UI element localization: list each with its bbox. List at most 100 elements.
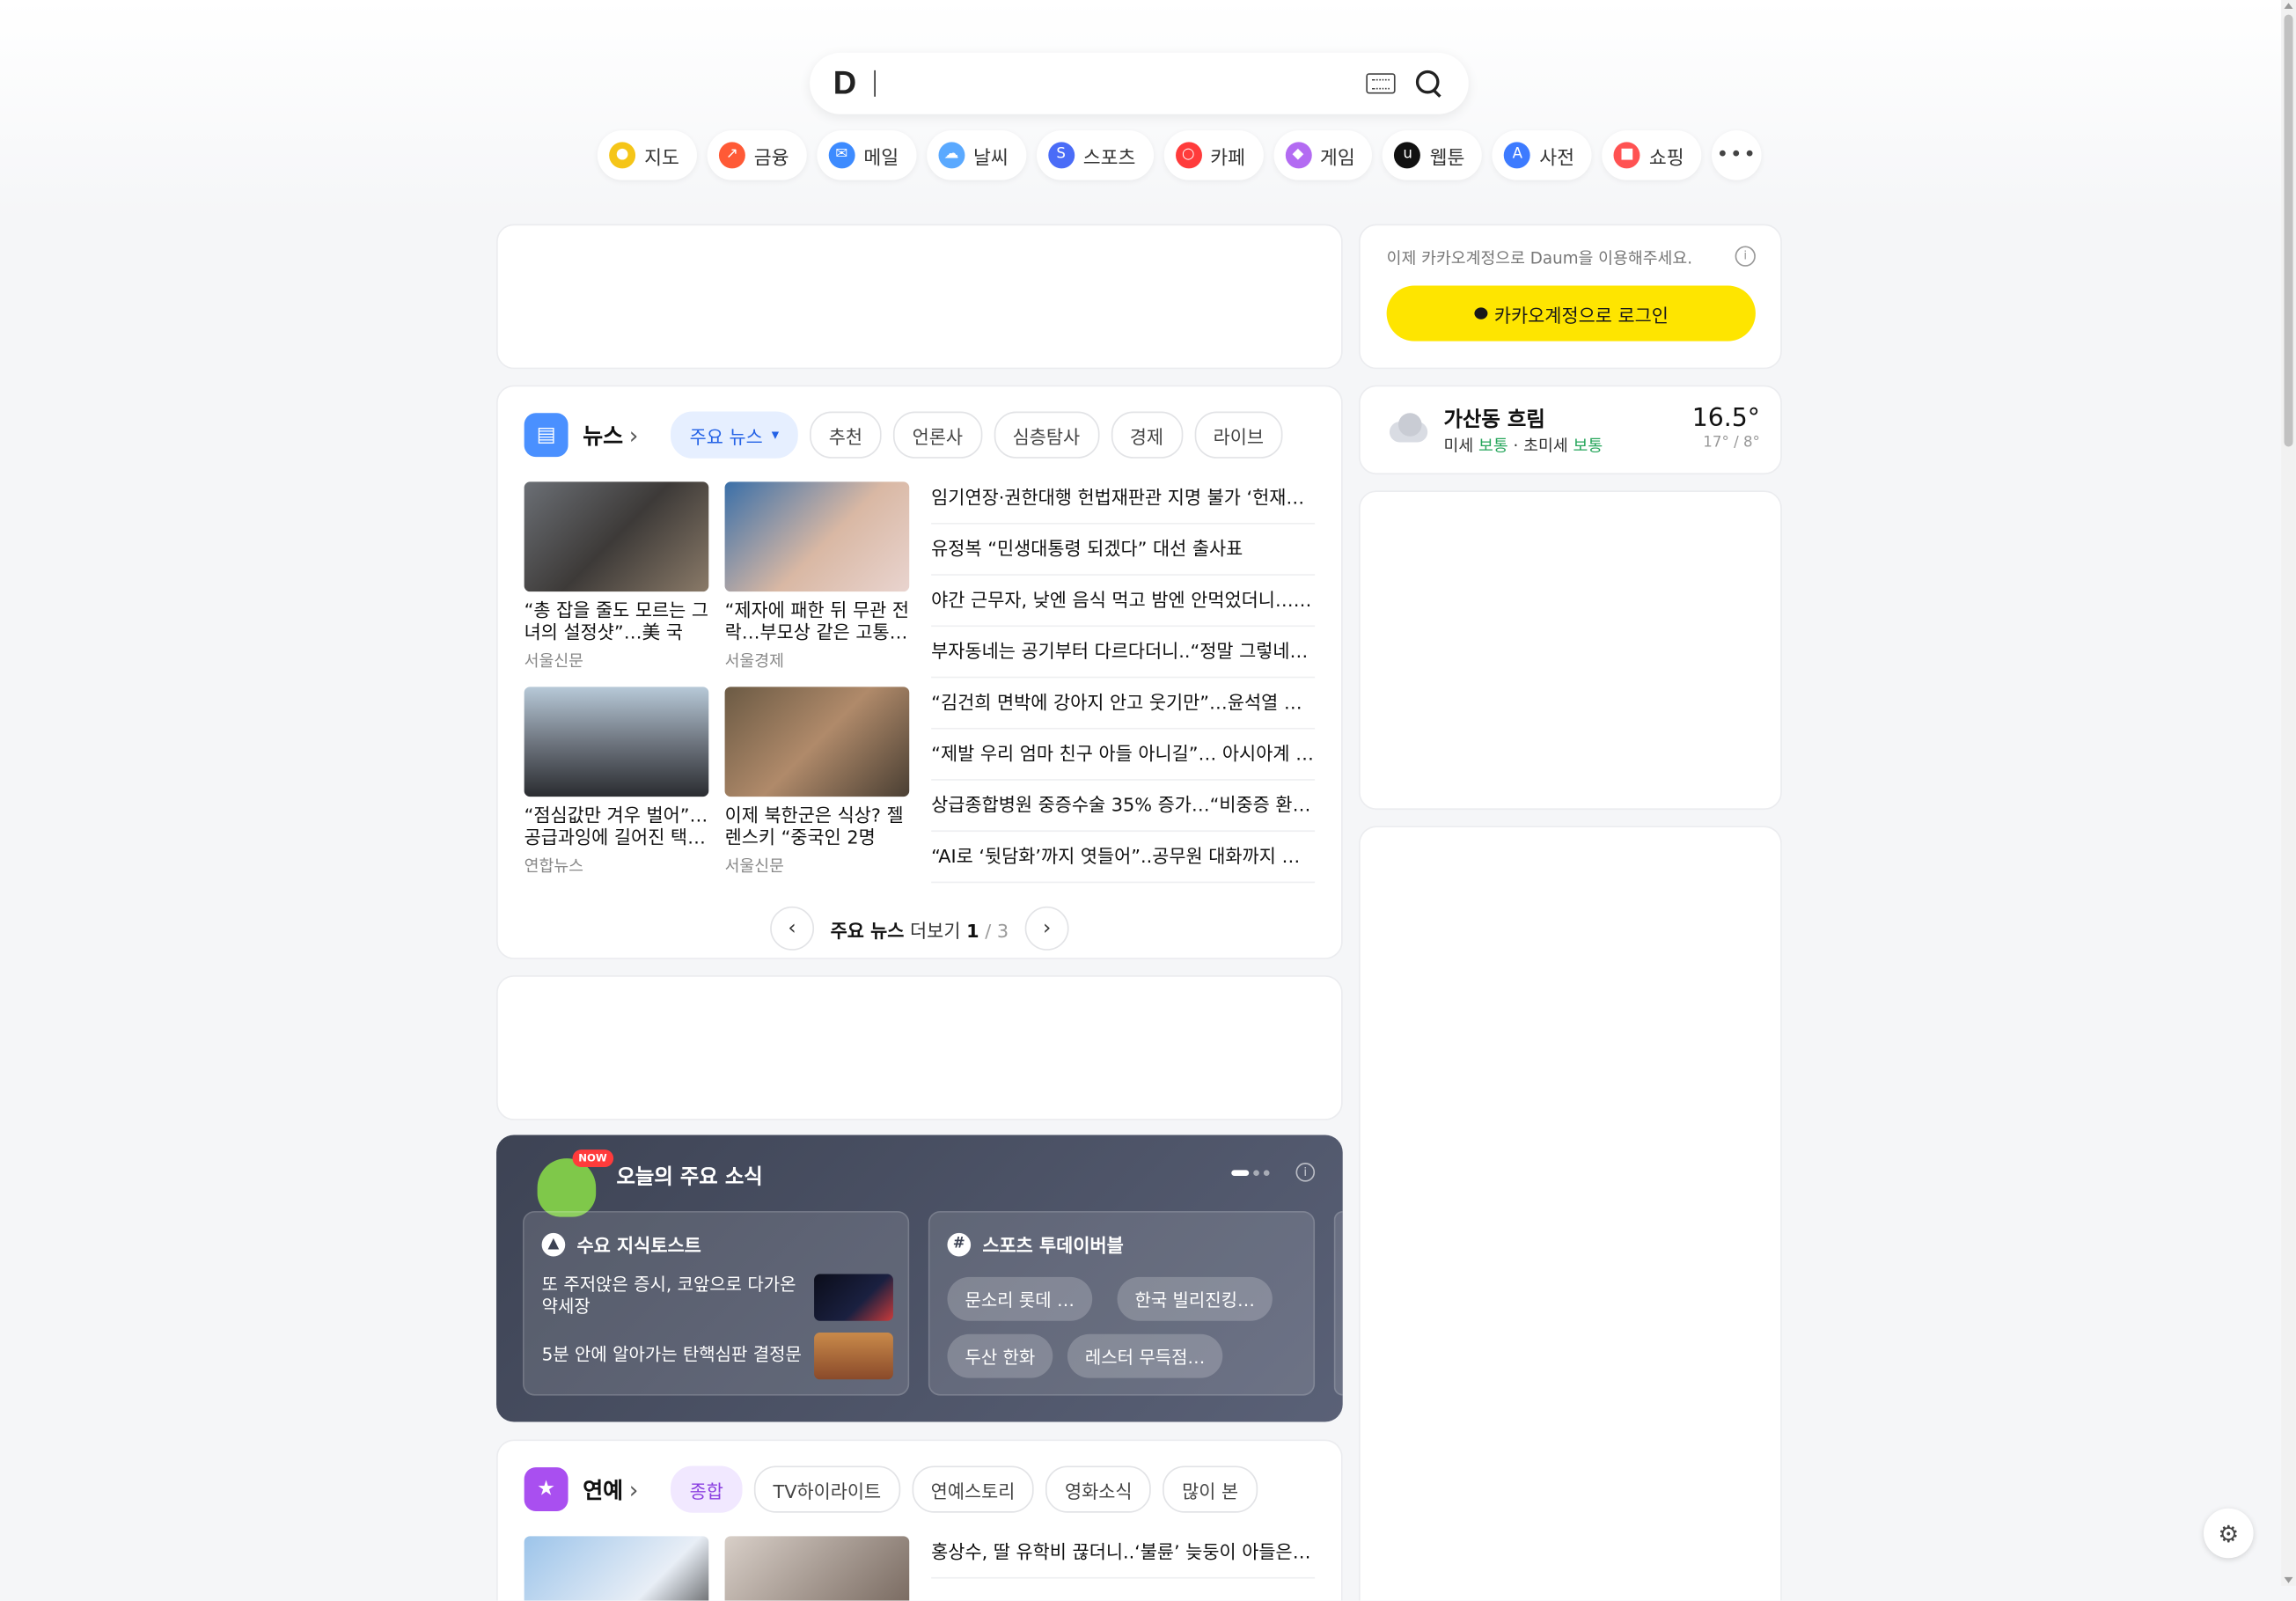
news-headline[interactable]: 상급종합병원 중증수술 35% 증가…“비중증 환자, …	[931, 779, 1316, 833]
ent-tabs: 종합 TV하이라이트 연예스토리 영화소식 많이 본	[671, 1465, 1258, 1513]
tab-main-news[interactable]: 주요 뉴스 ▾	[671, 411, 798, 459]
quicklink-dictionary[interactable]: A 사전	[1492, 130, 1592, 180]
quicklink-sports[interactable]: S 스포츠	[1036, 130, 1154, 180]
search-bar[interactable]: D	[810, 52, 1469, 114]
carousel-indicator[interactable]	[1231, 1170, 1270, 1177]
news-headline[interactable]: “제발 우리 엄마 친구 아들 아니길”… 아시아계 미…	[931, 728, 1316, 781]
news-section: ▤ 뉴스 › 주요 뉴스 ▾ 추천 언론사 심층탐사 경제 라이브 “총 잡을 줄…	[496, 385, 1343, 959]
speech-bubble-icon	[1473, 307, 1487, 319]
tab-movie-news[interactable]: 영화소식	[1045, 1465, 1152, 1513]
quicklink-label: 쇼핑	[1648, 147, 1684, 170]
daum-home-page: D ● 지도 ↗ 금융 ✉ 메일 ☁ 날씨 S 스포츠 ○ 카페 ◆ 게임 u 웹툰 A 사전 ■ 쇼핑 ••• ▤ 뉴…	[0, 0, 2296, 1601]
news-thumb-caption[interactable]: “제자에 패한 뒤 무관 전락…부모상 같은 고통…	[725, 599, 913, 643]
quicklink-weather[interactable]: ☁ 날씨	[926, 130, 1026, 180]
graduation-cap-icon: ▲	[541, 1232, 566, 1256]
star-icon: ★	[524, 1467, 568, 1512]
knowledge-toast-panel[interactable]: ▲ 수요 지식토스트 또 주저앉은 증시, 코앞으로 다가온 약세장 5분 안에 …	[522, 1210, 910, 1396]
hashtag-icon: #	[947, 1232, 972, 1256]
news-headline[interactable]: “김건희 면박에 강아지 안고 웃기만”…윤석열 캠…	[931, 677, 1316, 730]
news-title: 뉴스	[583, 422, 624, 449]
news-headline[interactable]: 부자동네는 공기부터 다르다더니..“정말 그렇네” …	[931, 625, 1316, 679]
quicklink-game[interactable]: ◆ 게임	[1273, 130, 1373, 180]
keyboard-icon[interactable]	[1366, 73, 1396, 94]
quicklink-label: 금융	[753, 147, 789, 170]
tab-recommend[interactable]: 추천	[810, 411, 882, 459]
next-page-button[interactable]: ›	[1024, 906, 1069, 951]
news-thumb-image[interactable]	[724, 481, 910, 592]
tab-press[interactable]: 언론사	[892, 411, 982, 459]
current-temperature: 16.5°	[1691, 404, 1760, 434]
quicklink-label: 지도	[644, 147, 679, 170]
sports-bubble-panel[interactable]: # 스포츠 투데이버블 문소리 롯데 … 한국 빌리진킹… 두산 한화 레스터 무…	[928, 1210, 1316, 1396]
info-icon[interactable]: i	[1735, 246, 1756, 267]
panel-title: ▲ 수요 지식토스트	[541, 1230, 701, 1259]
quicklink-label: 날씨	[973, 147, 1009, 170]
news-thumb-caption[interactable]: “점심값만 겨우 벌어”…공급과잉에 길어진 택…	[524, 804, 712, 848]
ent-thumb-image[interactable]	[724, 1536, 910, 1601]
news-headline[interactable]: 야간 근무자, 낮엔 음식 먹고 밤엔 안먹었더니…놀…	[931, 574, 1316, 628]
quicklink-map-pin[interactable]: ● 지도	[597, 130, 697, 180]
map-pin-icon: ●	[609, 142, 636, 169]
sports-chip[interactable]: 한국 빌리진킹…	[1117, 1276, 1273, 1321]
settings-gear-icon[interactable]: ⚙	[2204, 1508, 2254, 1559]
ent-headline[interactable]: 홍상수, 딸 유학비 끊더니..‘불륜’ 늦둥이 아들은 …	[931, 1526, 1316, 1579]
news-thumb-image[interactable]	[524, 481, 709, 592]
tab-all[interactable]: 종합	[671, 1465, 743, 1513]
news-headline[interactable]: “AI로 ‘뒷담화’까지 엿들어”..공무원 대화까지 감시…	[931, 830, 1316, 884]
info-icon[interactable]: i	[1295, 1163, 1316, 1182]
quicklink-webtoon[interactable]: u 웹툰	[1383, 130, 1483, 180]
quicklink-shopping[interactable]: ■ 쇼핑	[1602, 130, 1702, 180]
news-headline[interactable]: 유정복 “민생대통령 되겠다” 대선 출사표	[931, 523, 1316, 576]
prev-page-button[interactable]: ‹	[770, 906, 815, 951]
quicklink-label: 스포츠	[1082, 147, 1136, 170]
quicklink-mail[interactable]: ✉ 메일	[817, 130, 917, 180]
ad-side-2[interactable]	[1359, 826, 1782, 1601]
weather-location: 가산동 흐림	[1443, 408, 1545, 432]
sports-chip[interactable]: 레스터 무득점…	[1067, 1333, 1223, 1378]
news-source: 서울경제	[724, 651, 784, 672]
panel-item[interactable]: 5분 안에 알아가는 탄핵심판 결정문	[542, 1344, 805, 1366]
scroll-down-arrow-icon[interactable]	[2284, 1576, 2293, 1583]
ad-side-1[interactable]	[1359, 490, 1782, 811]
page-scrollbar[interactable]	[2281, 0, 2296, 1586]
news-thumb-caption[interactable]: 이제 북한군은 식상? 젤렌스키 “중국인 2명 생…	[725, 804, 913, 848]
ad-banner-top[interactable]	[496, 224, 1343, 370]
news-header[interactable]: ▤ 뉴스 ›	[524, 413, 639, 458]
tab-tv-highlight[interactable]: TV하이라이트	[753, 1465, 900, 1513]
scroll-up-arrow-icon[interactable]	[2284, 3, 2293, 9]
tab-live[interactable]: 라이브	[1193, 411, 1283, 459]
tab-economy[interactable]: 경제	[1111, 411, 1183, 459]
quicklink-label: 웹툰	[1429, 147, 1465, 170]
panel-item[interactable]: 또 주저앉은 증시, 코앞으로 다가온 약세장	[542, 1274, 805, 1318]
mail-icon: ✉	[828, 142, 855, 169]
stock-chart-thumb[interactable]	[814, 1274, 893, 1321]
sports-chip[interactable]: 문소리 롯데 …	[947, 1276, 1092, 1321]
kakao-login-button[interactable]: 카카오계정으로 로그인	[1386, 285, 1756, 341]
webtoon-icon: u	[1394, 142, 1421, 169]
search-icon[interactable]	[1415, 70, 1440, 94]
news-thumb-image[interactable]	[524, 687, 709, 797]
chevron-right-icon: ›	[628, 421, 639, 449]
weather-card[interactable]: 가산동 흐림 미세 보통 · 초미세 보통 16.5° 17° / 8°	[1359, 385, 1782, 475]
quicklink-finance-chart[interactable]: ↗ 금융	[707, 130, 807, 180]
scrollbar-thumb[interactable]	[2284, 14, 2293, 447]
next-panel-peek[interactable]	[1333, 1210, 1343, 1396]
ad-banner-middle[interactable]	[496, 975, 1343, 1120]
ent-header[interactable]: ★ 연예 ›	[524, 1467, 638, 1512]
sports-chip[interactable]: 두산 한화	[947, 1333, 1053, 1378]
quicklink-cafe[interactable]: ○ 카페	[1163, 130, 1264, 180]
news-thumb-caption[interactable]: “총 잡을 줄도 모르는 그녀의 설정샷”…美 국토…	[524, 599, 712, 643]
more-services-icon[interactable]: •••	[1712, 130, 1762, 180]
sports-icon: S	[1047, 142, 1075, 169]
court-thumb[interactable]	[814, 1333, 893, 1380]
tab-ent-story[interactable]: 연예스토리	[912, 1465, 1035, 1513]
ent-thumb-image[interactable]	[524, 1536, 709, 1601]
pager-text[interactable]: 주요 뉴스 더보기 1 / 3	[831, 914, 1009, 943]
tab-in-depth[interactable]: 심층탐사	[993, 411, 1099, 459]
tab-most-viewed[interactable]: 많이 본	[1163, 1465, 1258, 1513]
news-thumb-image[interactable]	[724, 687, 910, 797]
daum-logo[interactable]: D	[833, 64, 856, 102]
news-headline[interactable]: 임기연장·권한대행 헌법재판관 지명 불가 ‘헌재법…	[931, 472, 1316, 525]
quicklink-bar: ● 지도 ↗ 금융 ✉ 메일 ☁ 날씨 S 스포츠 ○ 카페 ◆ 게임 u 웹툰 A 사전 ■ 쇼핑 •••	[597, 130, 1762, 183]
min-max-temperature: 17° / 8°	[1703, 435, 1760, 452]
